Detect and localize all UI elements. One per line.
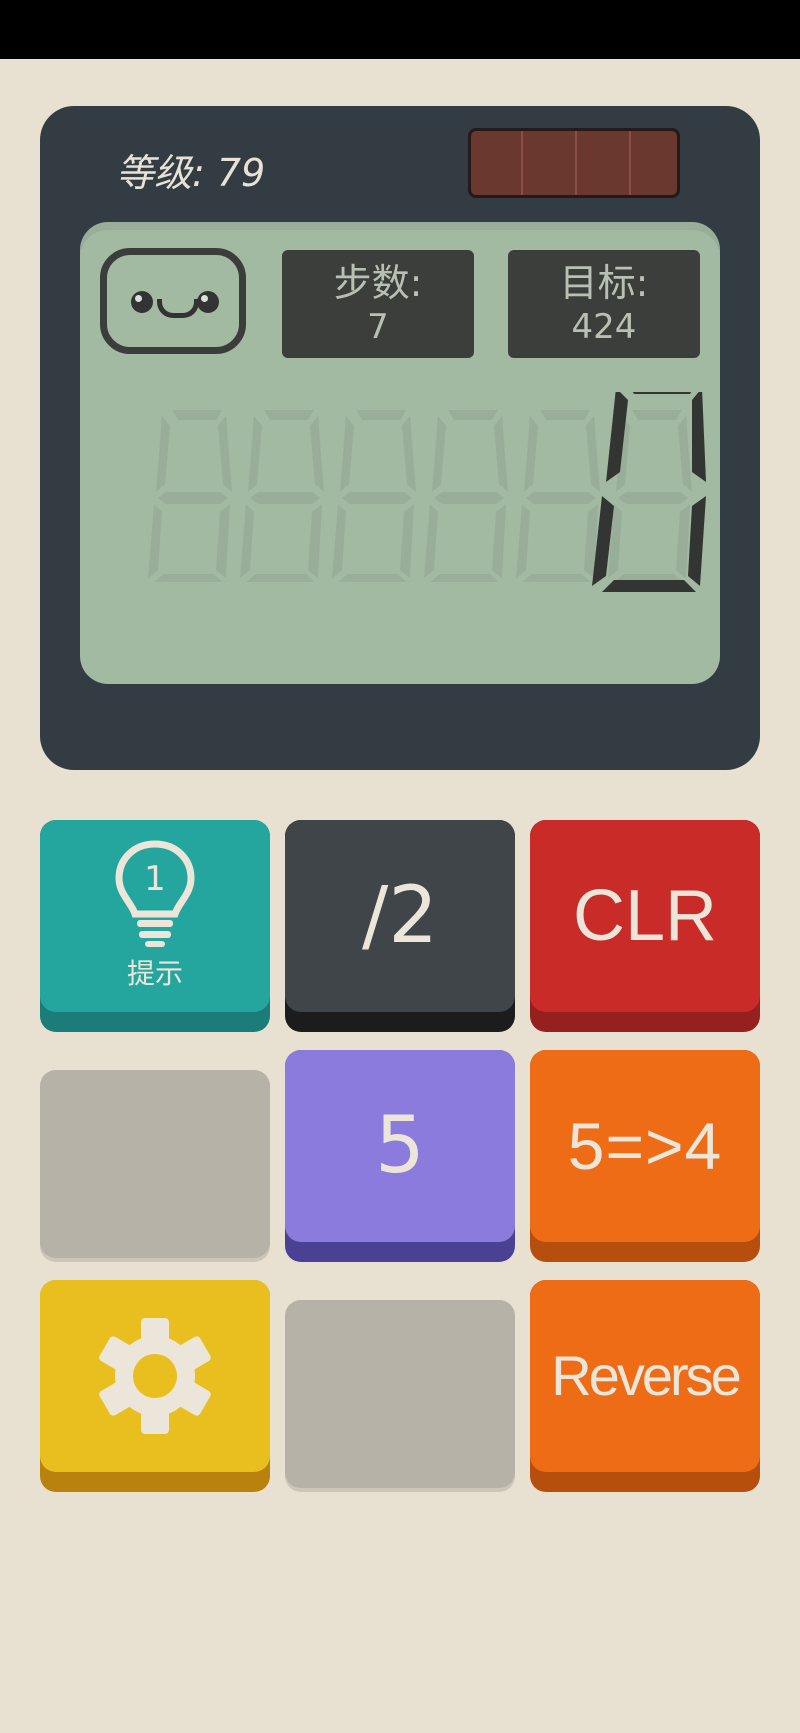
insert-five-button[interactable]: 5 bbox=[285, 1050, 515, 1262]
hint-button[interactable]: 1 提示 bbox=[40, 820, 270, 1032]
divide-by-two-button[interactable]: /2 bbox=[285, 820, 515, 1032]
replace-label: 5=>4 bbox=[567, 1109, 723, 1183]
clear-label: CLR bbox=[572, 876, 718, 956]
five-label: 5 bbox=[375, 1101, 425, 1191]
reverse-label: Reverse bbox=[551, 1344, 742, 1407]
clear-button[interactable]: CLR bbox=[530, 820, 760, 1032]
seven-segment-display bbox=[148, 392, 706, 592]
moves-box: 步数: 7 bbox=[282, 250, 474, 358]
empty-key-slot bbox=[40, 1070, 270, 1262]
moves-label: 步数: bbox=[333, 261, 423, 305]
lightbulb-icon: 1 bbox=[115, 840, 195, 947]
replace-five-with-four-button[interactable]: 5=>4 bbox=[530, 1050, 760, 1262]
reverse-button[interactable]: Reverse bbox=[530, 1280, 760, 1492]
goal-label: 目标: bbox=[559, 261, 649, 305]
moves-value: 7 bbox=[367, 307, 389, 347]
gear-icon bbox=[99, 1318, 211, 1434]
divide-label: /2 bbox=[362, 871, 438, 961]
empty-key-slot bbox=[285, 1300, 515, 1492]
goal-box: 目标: 424 bbox=[508, 250, 700, 358]
smiley-face-icon bbox=[100, 248, 246, 354]
status-bar bbox=[0, 0, 800, 59]
lcd-screen: 步数: 7 目标: 424 bbox=[80, 222, 720, 684]
level-label: 等级: 79 bbox=[116, 151, 266, 195]
calculator-device: 等级: 79 步数: 7 目标: 424 bbox=[40, 106, 760, 770]
svg-text:1: 1 bbox=[144, 859, 166, 899]
goal-value: 424 bbox=[571, 307, 637, 347]
settings-button[interactable] bbox=[40, 1280, 270, 1492]
solar-panel bbox=[468, 128, 680, 198]
hint-label: 提示 bbox=[126, 957, 183, 990]
